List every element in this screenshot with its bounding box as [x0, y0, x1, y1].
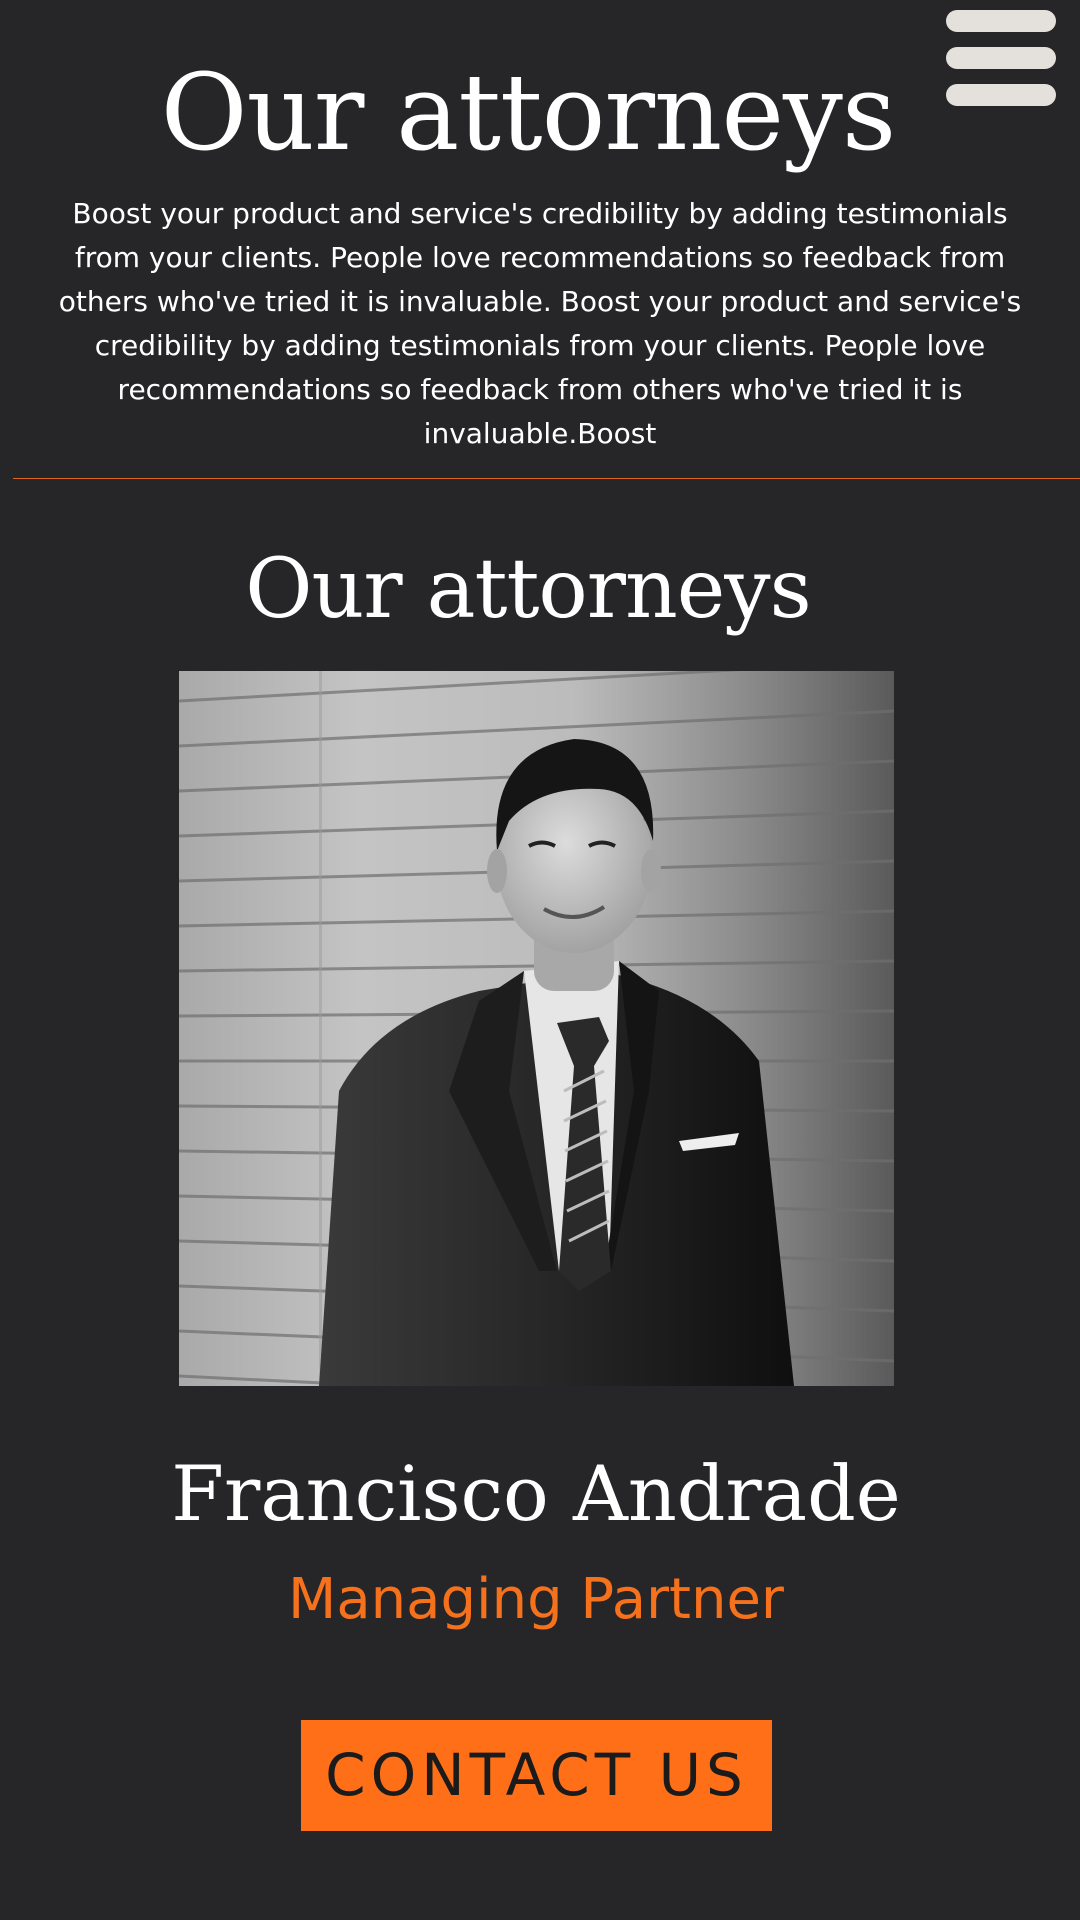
hero-title: Our attorneys [160, 51, 897, 174]
hero-description: Boost your product and service's credibi… [58, 197, 1022, 450]
attorney-portrait [179, 671, 894, 1386]
attorneys-section-title: Our attorneys [245, 542, 811, 637]
attorney-role: Managing Partner [288, 1567, 784, 1632]
attorney-name: Francisco Andrade [171, 1449, 901, 1538]
contact-us-button[interactable]: CONTACT US [301, 1720, 772, 1831]
section-divider [13, 478, 1080, 479]
hamburger-menu-icon [946, 10, 1056, 32]
